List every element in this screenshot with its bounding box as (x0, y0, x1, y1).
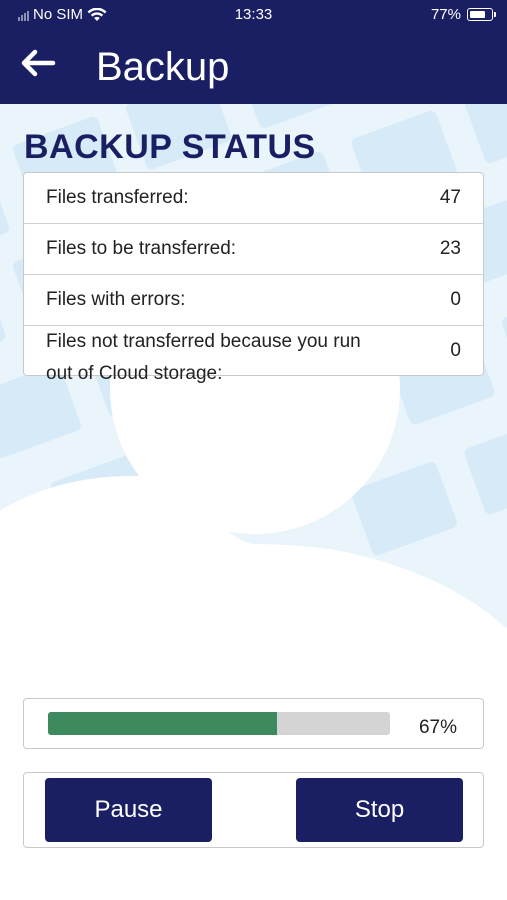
stat-value: 0 (450, 289, 461, 310)
nav-bar: Backup (0, 30, 507, 104)
stat-row-to-transfer: Files to be transferred: 23 (24, 224, 483, 275)
stat-label: Files to be transferred: (46, 238, 237, 259)
actions-card: Pause Stop (23, 772, 484, 848)
progress-card: 67% (23, 698, 484, 749)
pause-button[interactable]: Pause (45, 778, 212, 842)
stat-row-transferred: Files transferred: 47 (24, 173, 483, 224)
arrow-left-icon (21, 49, 56, 77)
stat-value: 47 (439, 187, 461, 208)
section-title: BACKUP STATUS (24, 128, 316, 166)
battery-icon (467, 8, 496, 21)
progress-fill (48, 712, 278, 735)
stat-value: 0 (450, 340, 461, 361)
stat-row-out-of-storage: Files not transferred because you run ou… (24, 326, 483, 384)
progress-bar (48, 712, 390, 735)
stat-value: 23 (439, 238, 461, 259)
status-right: 77% (430, 6, 496, 23)
stat-label: Files not transferred because you run ou… (46, 331, 361, 384)
stat-label: Files transferred: (46, 187, 189, 208)
backup-stats-card: Files transferred: 47 Files to be transf… (23, 172, 484, 384)
status-bar: No SIM 13:33 77% (0, 0, 507, 30)
battery-percent: 77% (430, 6, 461, 23)
progress-percent: 67% (418, 717, 457, 738)
back-button[interactable] (20, 48, 60, 84)
stop-button[interactable]: Stop (296, 778, 463, 842)
page-title: Backup (96, 45, 230, 89)
stat-row-errors: Files with errors: 0 (24, 275, 483, 326)
stat-label: Files with errors: (46, 289, 186, 310)
